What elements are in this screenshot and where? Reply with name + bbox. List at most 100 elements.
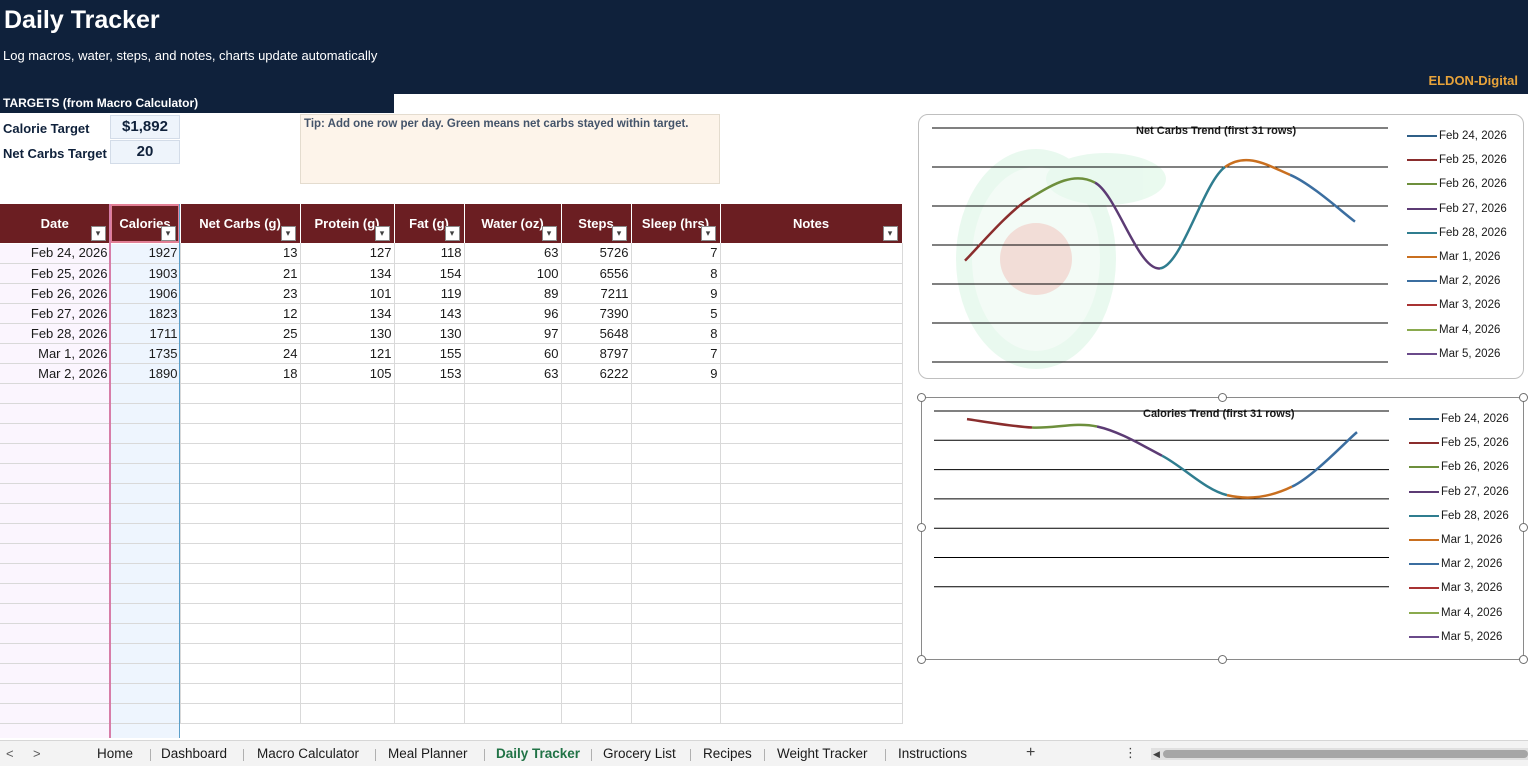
table-cell[interactable] <box>394 703 465 724</box>
table-cell[interactable]: 1711 <box>110 323 181 344</box>
sheet-tab-daily-tracker[interactable]: Daily Tracker <box>496 746 580 761</box>
column-header-6[interactable]: Steps ▾ <box>561 204 632 243</box>
table-cell[interactable]: 1735 <box>110 343 181 364</box>
table-cell[interactable] <box>300 403 395 424</box>
resize-handle-br[interactable] <box>1519 655 1528 664</box>
table-cell[interactable] <box>0 703 111 724</box>
table-cell[interactable] <box>394 643 465 664</box>
table-cell[interactable] <box>394 603 465 624</box>
table-cell[interactable] <box>464 583 562 604</box>
table-cell[interactable] <box>464 383 562 404</box>
filter-dropdown-icon[interactable]: ▾ <box>700 226 716 241</box>
table-cell[interactable] <box>0 463 111 484</box>
table-cell[interactable]: 96 <box>464 303 562 324</box>
table-cell[interactable]: 5648 <box>561 323 632 344</box>
table-cell[interactable] <box>464 523 562 544</box>
table-cell[interactable] <box>110 503 181 524</box>
table-cell[interactable] <box>0 403 111 424</box>
table-cell[interactable] <box>180 443 301 464</box>
table-cell[interactable]: 134 <box>300 263 395 284</box>
table-cell[interactable] <box>180 603 301 624</box>
table-cell[interactable] <box>631 603 721 624</box>
table-cell[interactable]: 5 <box>631 303 721 324</box>
carbs-target-label[interactable]: Net Carbs Target <box>3 146 107 161</box>
table-cell[interactable] <box>720 523 903 544</box>
table-cell[interactable] <box>180 683 301 704</box>
table-cell[interactable] <box>464 463 562 484</box>
table-cell[interactable]: 119 <box>394 283 465 304</box>
table-cell[interactable] <box>180 383 301 404</box>
table-cell[interactable]: 63 <box>464 363 562 384</box>
table-cell[interactable]: 63 <box>464 243 562 264</box>
resize-handle-tr[interactable] <box>1519 393 1528 402</box>
table-cell[interactable] <box>720 663 903 684</box>
table-cell[interactable] <box>0 563 111 584</box>
table-cell[interactable] <box>394 523 465 544</box>
filter-dropdown-icon[interactable]: ▾ <box>541 226 557 241</box>
table-cell[interactable] <box>300 463 395 484</box>
table-cell[interactable] <box>300 643 395 664</box>
table-cell[interactable] <box>0 483 111 504</box>
table-cell[interactable]: 7211 <box>561 283 632 304</box>
table-cell[interactable] <box>561 563 632 584</box>
table-cell[interactable]: 105 <box>300 363 395 384</box>
table-cell[interactable] <box>464 683 562 704</box>
table-cell[interactable] <box>720 303 903 324</box>
table-cell[interactable]: 8 <box>631 323 721 344</box>
table-cell[interactable] <box>180 663 301 684</box>
table-cell[interactable] <box>720 323 903 344</box>
calorie-target-value[interactable]: $1,892 <box>110 115 180 139</box>
table-cell[interactable]: 21 <box>180 263 301 284</box>
table-cell[interactable] <box>631 583 721 604</box>
table-cell[interactable] <box>561 663 632 684</box>
scroll-tabs-left-icon[interactable]: < <box>6 746 14 761</box>
table-cell[interactable]: 1823 <box>110 303 181 324</box>
table-cell[interactable] <box>631 403 721 424</box>
table-cell[interactable] <box>180 403 301 424</box>
table-cell[interactable] <box>561 463 632 484</box>
table-cell[interactable] <box>300 603 395 624</box>
table-cell[interactable] <box>300 583 395 604</box>
table-cell[interactable] <box>180 643 301 664</box>
table-cell[interactable] <box>394 623 465 644</box>
table-cell[interactable]: 6556 <box>561 263 632 284</box>
table-cell[interactable] <box>464 703 562 724</box>
table-cell[interactable] <box>561 443 632 464</box>
horizontal-scrollbar[interactable]: ◀ <box>1151 748 1528 760</box>
table-cell[interactable] <box>720 443 903 464</box>
table-cell[interactable] <box>720 543 903 564</box>
table-cell[interactable] <box>110 623 181 644</box>
table-cell[interactable] <box>464 623 562 644</box>
table-cell[interactable]: 89 <box>464 283 562 304</box>
filter-dropdown-icon[interactable]: ▾ <box>444 226 460 241</box>
table-cell[interactable] <box>110 563 181 584</box>
table-cell[interactable] <box>110 663 181 684</box>
column-header-7[interactable]: Sleep (hrs) ▾ <box>631 204 721 243</box>
table-cell[interactable] <box>110 683 181 704</box>
table-cell[interactable]: 1890 <box>110 363 181 384</box>
table-cell[interactable] <box>0 503 111 524</box>
sheet-tab-dashboard[interactable]: Dashboard <box>161 746 227 761</box>
table-cell[interactable]: 13 <box>180 243 301 264</box>
table-cell[interactable] <box>720 563 903 584</box>
table-cell[interactable] <box>631 483 721 504</box>
table-cell[interactable] <box>720 263 903 284</box>
filter-dropdown-icon[interactable]: ▾ <box>280 226 296 241</box>
table-cell[interactable] <box>394 383 465 404</box>
table-cell[interactable] <box>561 503 632 524</box>
table-cell[interactable] <box>180 523 301 544</box>
table-cell[interactable]: 7 <box>631 343 721 364</box>
table-cell[interactable] <box>561 683 632 704</box>
table-cell[interactable] <box>110 523 181 544</box>
table-cell[interactable]: 97 <box>464 323 562 344</box>
table-cell[interactable] <box>720 503 903 524</box>
filter-dropdown-icon[interactable]: ▾ <box>160 226 176 241</box>
table-cell[interactable] <box>561 403 632 424</box>
sheet-tab-instructions[interactable]: Instructions <box>898 746 967 761</box>
table-cell[interactable] <box>110 543 181 564</box>
table-cell[interactable]: 130 <box>300 323 395 344</box>
table-cell[interactable] <box>631 563 721 584</box>
table-cell[interactable]: 8797 <box>561 343 632 364</box>
table-cell[interactable] <box>300 543 395 564</box>
table-cell[interactable] <box>110 463 181 484</box>
